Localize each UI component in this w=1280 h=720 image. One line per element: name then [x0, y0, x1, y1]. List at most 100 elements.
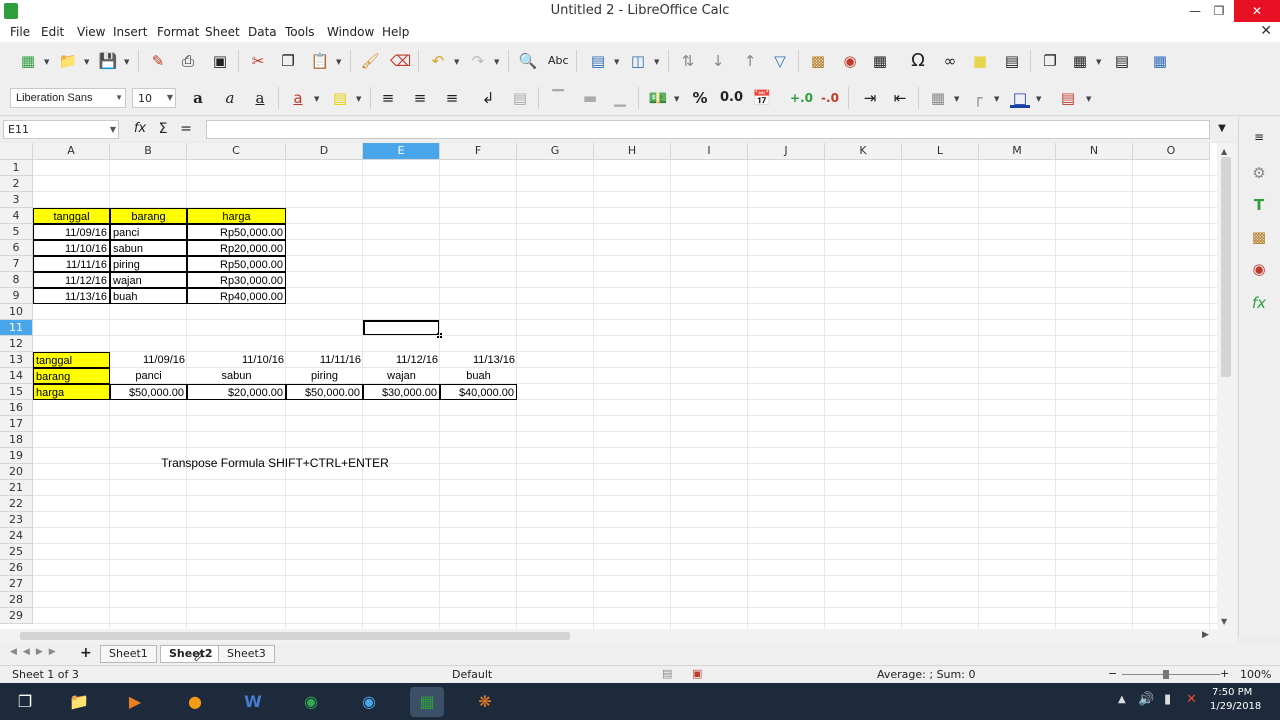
table2-barang-cell[interactable]: wajan	[363, 368, 440, 384]
row-header-28[interactable]: 28	[0, 592, 33, 608]
menu-insert[interactable]: Insert	[113, 25, 147, 39]
table1-tanggal-cell[interactable]: 11/12/16	[33, 272, 110, 288]
borders-icon[interactable]: ▦	[928, 88, 948, 108]
italic-icon[interactable]: a	[220, 88, 240, 108]
table1-barang-cell[interactable]: sabun	[110, 240, 187, 256]
select-all-corner[interactable]	[0, 143, 33, 160]
row-header-15[interactable]: 15	[0, 384, 33, 400]
menu-tools[interactable]: Tools	[285, 25, 315, 39]
spreadsheet-grid[interactable]: A B C D E F G H I J K L M N O 1 2 3 4 5 6 7 8 9 10 11 12 13 14 15 16 17…	[0, 143, 1217, 629]
row-header-4[interactable]: 4	[0, 208, 33, 224]
column-header-d[interactable]: D	[286, 143, 363, 160]
autofilter-icon[interactable]: ▽	[770, 51, 790, 71]
menu-window[interactable]: Window	[327, 25, 374, 39]
table1-tanggal-cell[interactable]: 11/10/16	[33, 240, 110, 256]
pivot-table-icon[interactable]: ▦	[870, 51, 890, 71]
sort-descending-icon[interactable]: ↓	[708, 51, 728, 71]
menu-edit[interactable]: Edit	[41, 25, 64, 39]
row-header-5[interactable]: 5	[0, 224, 33, 240]
table1-harga-cell[interactable]: Rp40,000.00	[187, 288, 286, 304]
conditional-format-icon[interactable]: ▤	[1058, 88, 1078, 108]
row-header-14[interactable]: 14	[0, 368, 33, 384]
define-print-area-icon[interactable]: ❐	[1040, 51, 1060, 71]
align-right-icon[interactable]: ≡	[442, 88, 462, 108]
special-character-icon[interactable]: Ω	[908, 51, 928, 71]
print-icon[interactable]: ⎙	[178, 51, 198, 71]
column-header-c[interactable]: C	[187, 143, 286, 160]
close-window-button[interactable]: ✕	[1234, 0, 1280, 22]
table1-barang-cell[interactable]: piring	[110, 256, 187, 272]
freeze-rows-columns-icon[interactable]: ▦	[1070, 51, 1090, 71]
zoom-slider[interactable]	[1122, 674, 1220, 675]
date-format-icon[interactable]: 📅	[752, 88, 772, 108]
table1-barang-cell[interactable]: buah	[110, 288, 187, 304]
clock-time[interactable]: 7:50 PM	[1212, 687, 1252, 698]
number-format-icon[interactable]: 0.0	[720, 88, 743, 108]
align-left-icon[interactable]: ≡	[378, 88, 398, 108]
firefox-icon[interactable]: ●	[180, 687, 210, 717]
zoom-slider-handle[interactable]	[1163, 670, 1169, 679]
tab-sheet1[interactable]: Sheet1	[100, 645, 157, 663]
menu-format[interactable]: Format	[157, 25, 199, 39]
currency-format-icon[interactable]: 💵	[648, 88, 668, 108]
row-header-24[interactable]: 24	[0, 528, 33, 544]
table1-barang-cell[interactable]: wajan	[110, 272, 187, 288]
align-middle-icon[interactable]: ▬	[580, 88, 600, 108]
tab-sheet2[interactable]: Sheet2	[160, 645, 222, 663]
navigator-icon[interactable]: ◉	[1249, 259, 1269, 279]
insert-image-icon[interactable]: ▩	[808, 51, 828, 71]
sort-ascending-icon[interactable]: ↑	[740, 51, 760, 71]
delete-decimal-icon[interactable]: -.0	[820, 88, 840, 108]
row-header-7[interactable]: 7	[0, 256, 33, 272]
clear-formatting-icon[interactable]: ⌫	[390, 51, 411, 71]
expand-formula-bar-icon[interactable]: ▼	[1212, 119, 1232, 139]
comment-icon[interactable]: ■	[970, 51, 990, 71]
functions-icon[interactable]: fx	[1249, 293, 1269, 313]
border-color-icon[interactable]: □	[1010, 88, 1030, 108]
table2-barang-cell[interactable]: buah	[440, 368, 517, 384]
row-header-26[interactable]: 26	[0, 560, 33, 576]
table1-harga-cell[interactable]: Rp30,000.00	[187, 272, 286, 288]
table2-label-harga[interactable]: harga	[33, 384, 110, 400]
add-decimal-icon[interactable]: +.0	[790, 88, 813, 108]
row-header-8[interactable]: 8	[0, 272, 33, 288]
zoom-out-icon[interactable]: −	[1108, 667, 1117, 680]
table2-harga-cell[interactable]: $50,000.00	[110, 384, 187, 400]
sidebar-menu-icon[interactable]: ≡	[1249, 127, 1269, 147]
column-header-e[interactable]: E	[363, 143, 440, 160]
column-header-i[interactable]: I	[671, 143, 748, 160]
tray-chevron-icon[interactable]: ▲	[1118, 694, 1126, 705]
column-header-b[interactable]: B	[110, 143, 187, 160]
paste-icon[interactable]: 📋	[310, 51, 330, 71]
align-bottom-icon[interactable]: ▁	[610, 88, 630, 108]
font-size-box[interactable]: 10 ▼	[132, 88, 176, 108]
row-header-20[interactable]: 20	[0, 464, 33, 480]
row-header-27[interactable]: 27	[0, 576, 33, 592]
row-header-23[interactable]: 23	[0, 512, 33, 528]
wrap-text-icon[interactable]: ↲	[478, 88, 498, 108]
split-window-icon[interactable]: ▤	[1112, 51, 1132, 71]
table2-harga-cell[interactable]: $40,000.00	[440, 384, 517, 400]
table1-tanggal-cell[interactable]: 11/13/16	[33, 288, 110, 304]
tab-sheet3[interactable]: Sheet3	[218, 645, 275, 663]
table1-header-harga[interactable]: harga	[187, 208, 286, 224]
table1-tanggal-cell[interactable]: 11/11/16	[33, 256, 110, 272]
show-draw-functions-icon[interactable]: ▦	[1150, 51, 1170, 71]
row-header-25[interactable]: 25	[0, 544, 33, 560]
table2-tanggal-cell[interactable]: 11/12/16	[363, 352, 440, 368]
print-preview-icon[interactable]: ▣	[210, 51, 230, 71]
column-header-h[interactable]: H	[594, 143, 671, 160]
font-name-box[interactable]: Liberation Sans ▼	[10, 88, 126, 108]
table2-label-tanggal[interactable]: tanggal	[33, 352, 110, 368]
column-header-j[interactable]: J	[748, 143, 825, 160]
column-header-o[interactable]: O	[1133, 143, 1210, 160]
menu-sheet[interactable]: Sheet	[205, 25, 240, 39]
table2-barang-cell[interactable]: piring	[286, 368, 363, 384]
copy-icon[interactable]: ❐	[278, 51, 298, 71]
font-color-icon[interactable]: a	[288, 88, 308, 108]
row-header-2[interactable]: 2	[0, 176, 33, 192]
row-header-29[interactable]: 29	[0, 608, 33, 624]
redo-icon[interactable]: ↷	[468, 51, 488, 71]
table2-tanggal-cell[interactable]: 11/09/16	[110, 352, 187, 368]
increase-indent-icon[interactable]: ⇥	[860, 88, 880, 108]
